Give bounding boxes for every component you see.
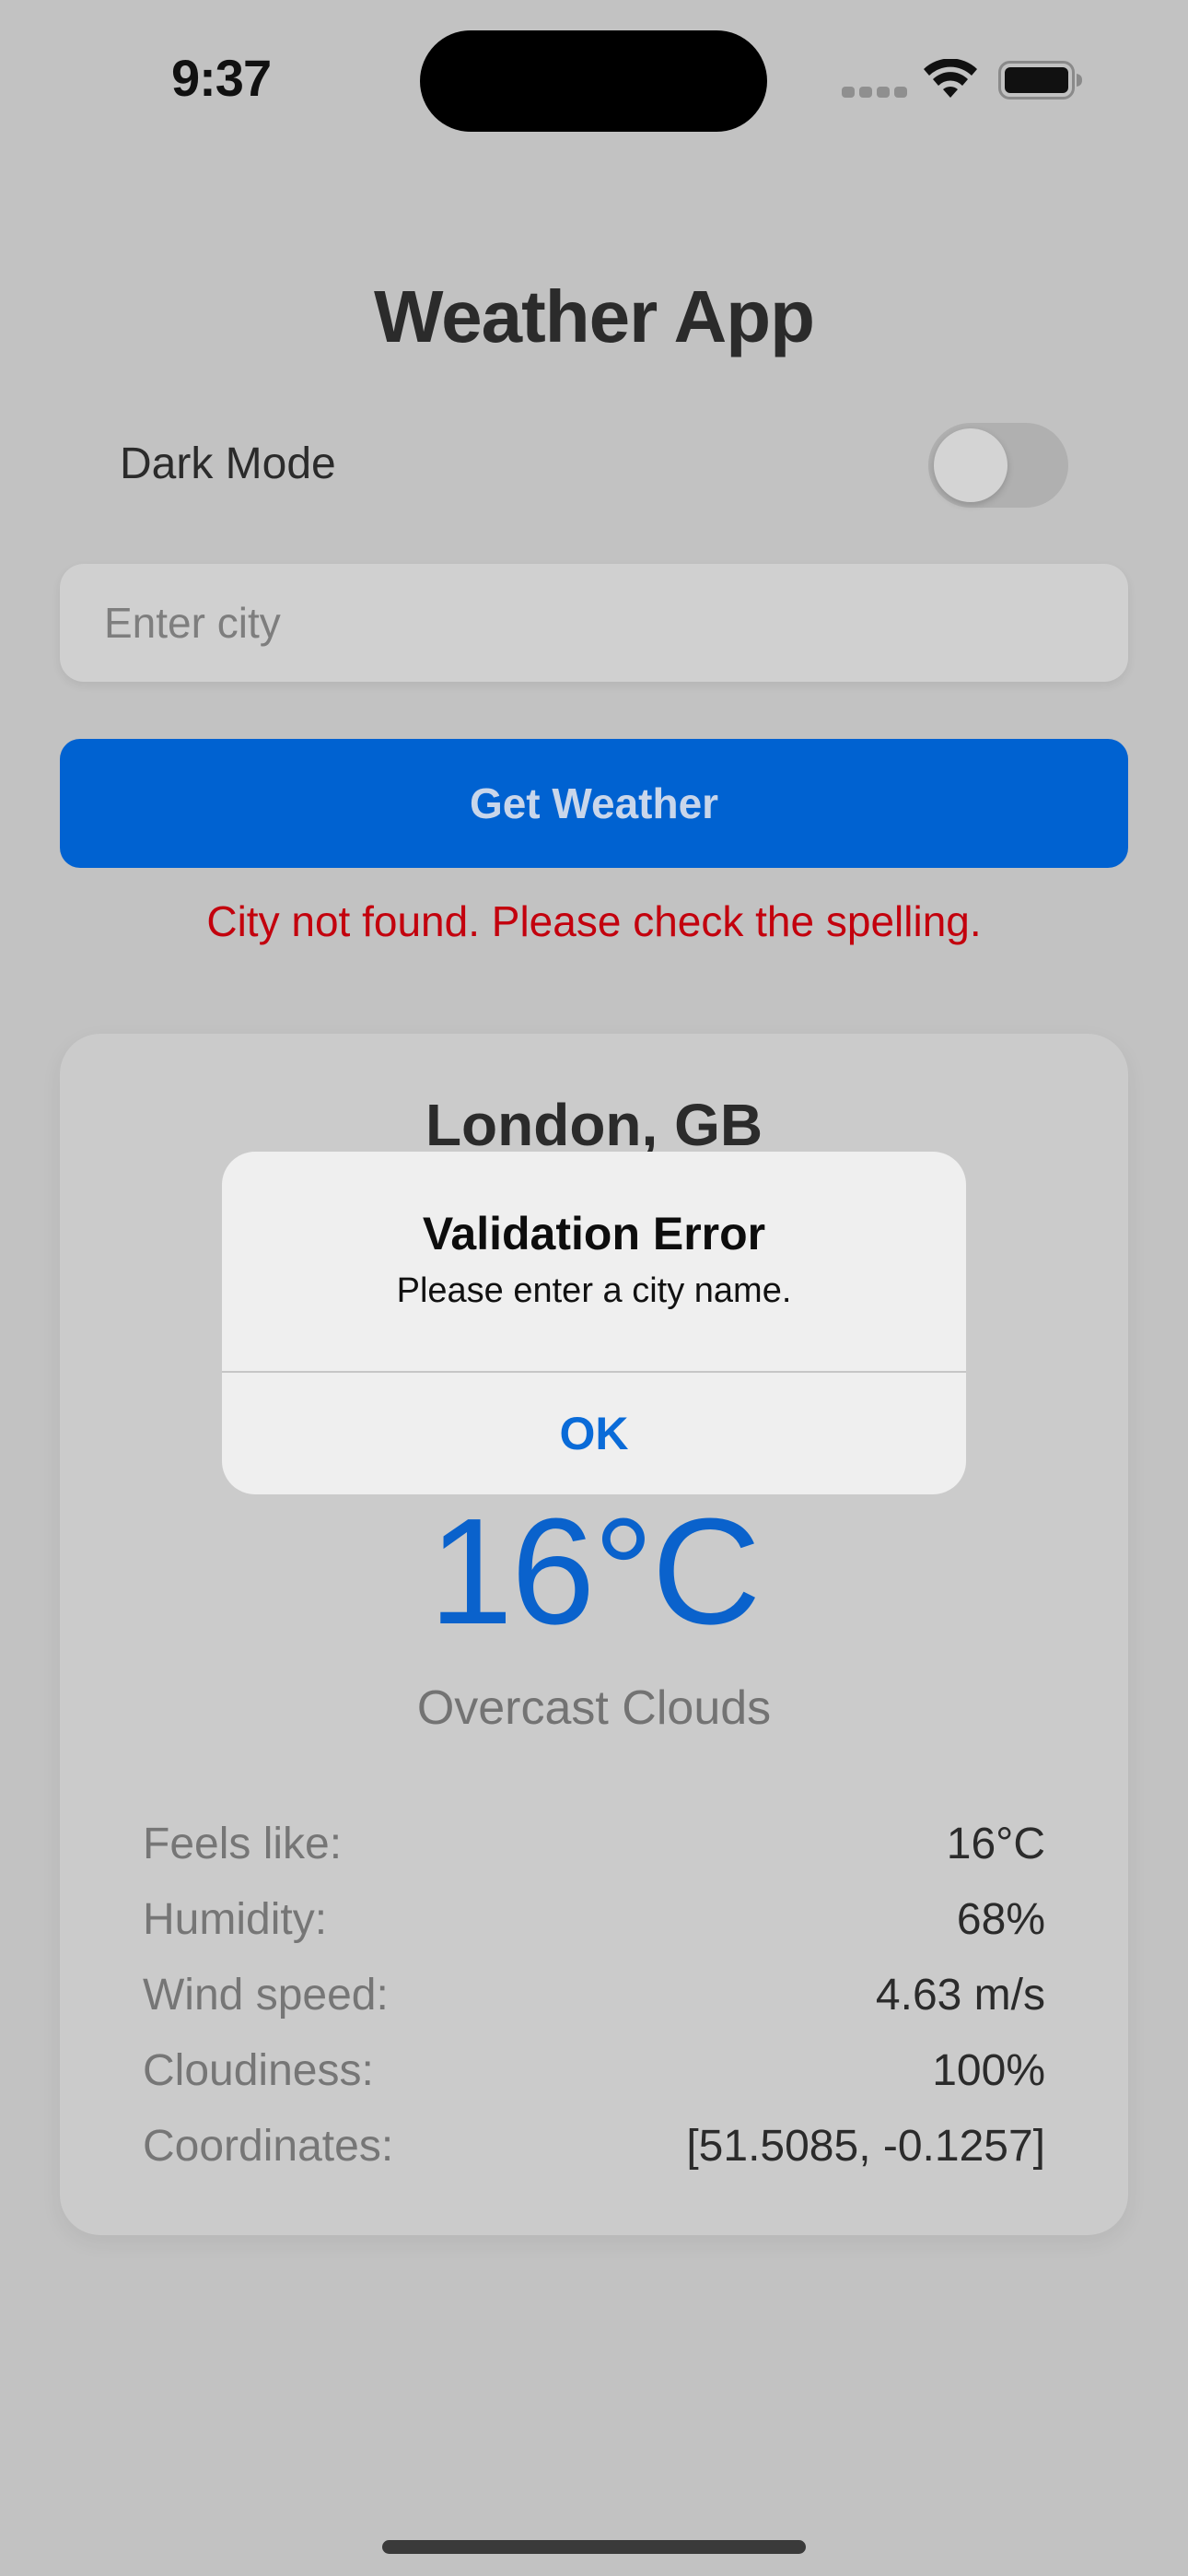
detail-row-coordinates: Coordinates: [51.5085, -0.1257]	[143, 2108, 1045, 2184]
wifi-icon	[924, 59, 977, 98]
weather-details: Feels like: 16°C Humidity: 68% Wind spee…	[143, 1806, 1045, 2184]
detail-value: [51.5085, -0.1257]	[686, 2121, 1045, 2171]
page-title: Weather App	[374, 275, 815, 357]
battery-icon	[998, 61, 1082, 100]
get-weather-button[interactable]: Get Weather	[60, 739, 1128, 868]
detail-value: 68%	[956, 1894, 1045, 1944]
city-search-input[interactable]	[60, 564, 1128, 682]
detail-label: Humidity:	[143, 1894, 328, 1944]
detail-label: Feels like:	[143, 1819, 343, 1868]
alert-title: Validation Error	[422, 1208, 766, 1259]
dynamic-island	[420, 30, 767, 132]
detail-row-wind-speed: Wind speed: 4.63 m/s	[143, 1957, 1045, 2032]
status-time: 9:37	[171, 49, 272, 107]
toggle-knob	[934, 428, 1007, 502]
detail-label: Cloudiness:	[143, 2045, 374, 2095]
city-name: London, GB	[425, 1092, 763, 1158]
detail-row-cloudiness: Cloudiness: 100%	[143, 2032, 1045, 2108]
detail-value: 4.63 m/s	[875, 1970, 1045, 2020]
detail-label: Wind speed:	[143, 1970, 389, 2020]
detail-value: 16°C	[946, 1819, 1045, 1868]
dark-mode-label: Dark Mode	[120, 439, 336, 488]
validation-alert-dialog: Validation Error Please enter a city nam…	[222, 1152, 966, 1494]
error-message: City not found. Please check the spellin…	[206, 897, 982, 945]
detail-row-humidity: Humidity: 68%	[143, 1881, 1045, 1957]
alert-ok-button[interactable]: OK	[222, 1373, 966, 1494]
detail-value: 100%	[932, 2045, 1045, 2095]
alert-message: Please enter a city name.	[396, 1271, 792, 1310]
dark-mode-toggle[interactable]	[928, 423, 1068, 508]
home-indicator[interactable]	[382, 2540, 806, 2554]
detail-label: Coordinates:	[143, 2121, 394, 2171]
detail-row-feels-like: Feels like: 16°C	[143, 1806, 1045, 1881]
temperature-value: 16°C	[428, 1487, 761, 1656]
weather-description: Overcast Clouds	[416, 1681, 772, 1735]
status-bar: 9:37	[0, 0, 1188, 157]
cellular-signal-icon	[842, 87, 907, 98]
